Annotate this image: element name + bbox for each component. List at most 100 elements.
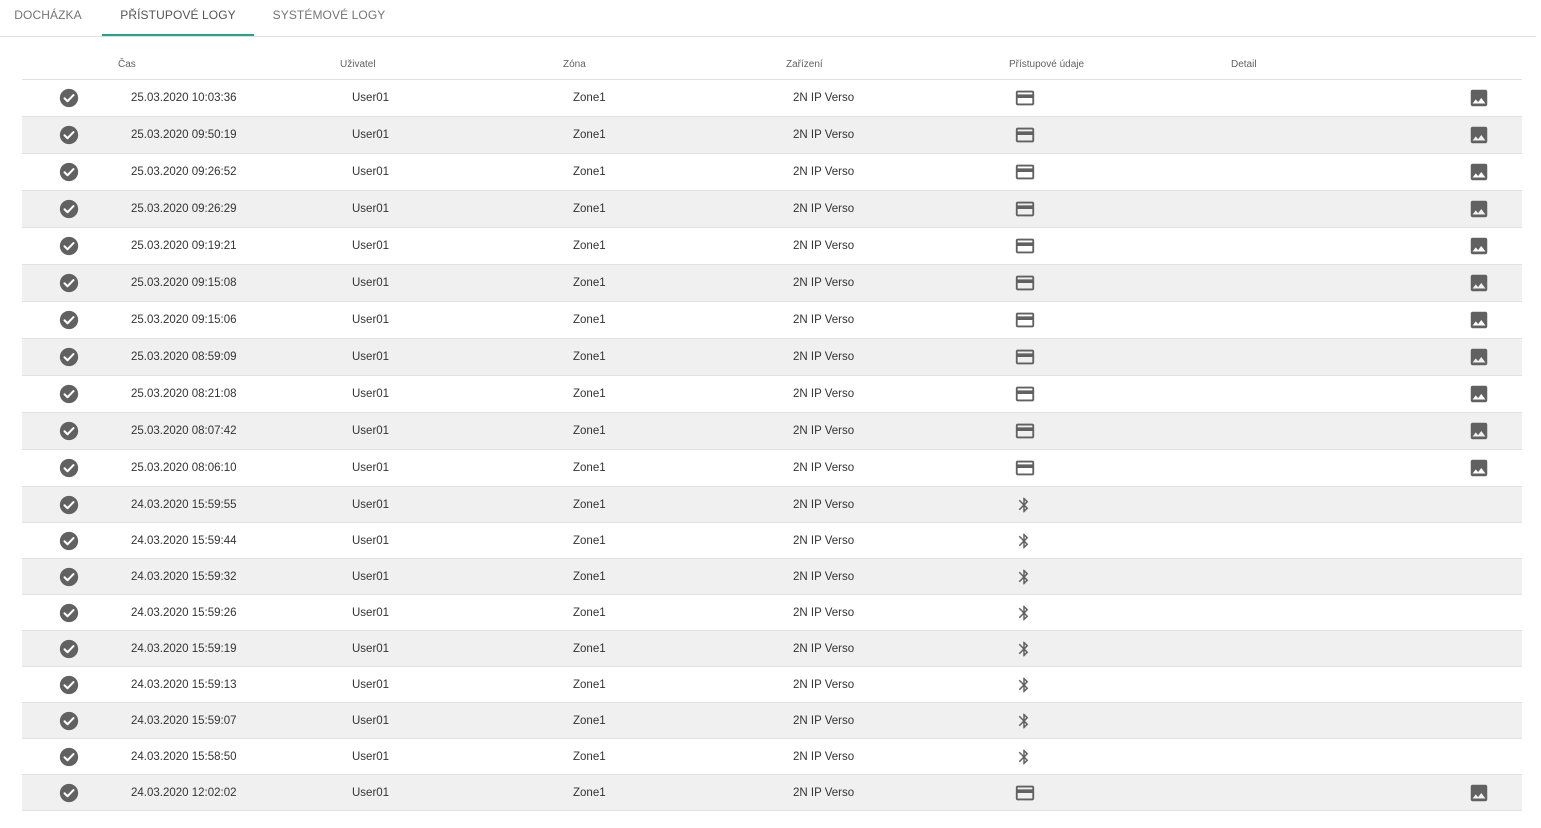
status-check-icon <box>59 199 79 219</box>
status-check-icon <box>59 347 79 367</box>
table-row[interactable]: 24.03.2020 15:59:44 User01 Zone1 2N IP Vers… <box>22 523 1522 559</box>
table-row[interactable]: 25.03.2020 09:50:19 User01 Zone1 2N IP Vers… <box>22 117 1522 154</box>
table-row[interactable]: 25.03.2020 09:15:08 User01 Zone1 2N IP Vers… <box>22 265 1522 302</box>
card-icon <box>1015 460 1035 476</box>
header-zone[interactable]: Zóna <box>563 59 586 70</box>
log-time: 25.03.2020 09:26:29 <box>131 203 237 215</box>
log-device: 2N IP Verso <box>793 714 855 727</box>
table-row[interactable]: 25.03.2020 09:26:52 User01 Zone1 2N IP Vers… <box>22 154 1522 191</box>
image-icon[interactable] <box>1468 124 1490 146</box>
log-user: User01 <box>352 351 390 363</box>
log-time: 25.03.2020 08:06:10 <box>131 462 237 474</box>
log-time: 25.03.2020 10:03:36 <box>131 92 237 104</box>
status-check-icon <box>59 273 79 293</box>
header-time[interactable]: Čas <box>118 59 136 70</box>
image-icon[interactable] <box>1468 420 1490 442</box>
table-row[interactable]: 24.03.2020 15:59:19 User01 Zone1 2N IP Vers… <box>22 631 1522 667</box>
status-check-icon <box>59 236 79 256</box>
log-device: 2N IP Verso <box>793 277 855 289</box>
bluetooth-icon <box>1018 605 1029 620</box>
log-user: User01 <box>352 534 390 547</box>
card-icon <box>1015 785 1035 800</box>
status-check-icon <box>59 310 79 330</box>
header-credentials[interactable]: Přístupové údaje <box>1009 59 1084 70</box>
log-time: 25.03.2020 09:15:08 <box>131 277 237 289</box>
log-device: 2N IP Verso <box>793 166 855 178</box>
image-icon[interactable] <box>1468 272 1490 294</box>
image-icon[interactable] <box>1468 782 1490 804</box>
status-check-icon <box>59 495 79 514</box>
card-icon <box>1015 127 1035 143</box>
image-icon[interactable] <box>1468 346 1490 368</box>
status-check-icon <box>59 603 79 622</box>
tab-attendance[interactable]: DOCHÁZKA <box>0 0 96 36</box>
table-row[interactable]: 24.03.2020 15:59:32 User01 Zone1 2N IP Vers… <box>22 559 1522 595</box>
status-check-icon <box>59 783 79 802</box>
table-row[interactable]: 25.03.2020 08:06:10 User01 Zone1 2N IP Vers… <box>22 450 1522 487</box>
log-device: 2N IP Verso <box>793 314 855 326</box>
status-check-icon <box>59 567 79 586</box>
tab-system-logs[interactable]: SYSTÉMOVÉ LOGY <box>256 0 402 36</box>
table-row[interactable]: 24.03.2020 15:59:07 User01 Zone1 2N IP Vers… <box>22 703 1522 739</box>
log-zone: Zone1 <box>573 786 606 799</box>
header-device[interactable]: Zařízení <box>786 59 823 70</box>
log-device: 2N IP Verso <box>793 606 855 619</box>
log-time: 25.03.2020 08:07:42 <box>131 425 237 437</box>
log-time: 24.03.2020 12:02:02 <box>131 786 237 799</box>
log-zone: Zone1 <box>573 570 606 583</box>
card-icon <box>1015 349 1035 365</box>
header-detail[interactable]: Detail <box>1231 59 1257 70</box>
log-zone: Zone1 <box>573 750 606 763</box>
log-time: 25.03.2020 09:26:52 <box>131 166 237 178</box>
bluetooth-icon <box>1018 533 1029 548</box>
log-device: 2N IP Verso <box>793 351 855 363</box>
header-user[interactable]: Uživatel <box>340 59 376 70</box>
image-icon[interactable] <box>1468 87 1490 109</box>
table-row[interactable]: 24.03.2020 15:59:26 User01 Zone1 2N IP Vers… <box>22 595 1522 631</box>
table-row[interactable]: 25.03.2020 09:15:06 User01 Zone1 2N IP Vers… <box>22 302 1522 339</box>
table-row[interactable]: 25.03.2020 08:59:09 User01 Zone1 2N IP Vers… <box>22 339 1522 376</box>
log-user: User01 <box>352 462 390 474</box>
table-row[interactable]: 24.03.2020 15:59:55 User01 Zone1 2N IP Vers… <box>22 487 1522 523</box>
status-check-icon <box>59 162 79 182</box>
status-check-icon <box>59 711 79 730</box>
tab-access-logs[interactable]: PŘÍSTUPOVÉ LOGY <box>102 0 254 36</box>
bluetooth-icon <box>1018 641 1029 656</box>
status-check-icon <box>59 531 79 550</box>
table-row[interactable]: 24.03.2020 15:59:13 User01 Zone1 2N IP Vers… <box>22 667 1522 703</box>
log-device: 2N IP Verso <box>793 129 855 141</box>
table-row[interactable]: 25.03.2020 10:03:36 User01 Zone1 2N IP Vers… <box>22 80 1522 117</box>
table-row[interactable]: 24.03.2020 12:02:02 User01 Zone1 2N IP Vers… <box>22 775 1522 811</box>
image-icon[interactable] <box>1468 383 1490 405</box>
table-row[interactable]: 25.03.2020 09:26:29 User01 Zone1 2N IP Vers… <box>22 191 1522 228</box>
log-time: 24.03.2020 15:59:32 <box>131 570 237 583</box>
card-icon <box>1015 275 1035 291</box>
image-icon[interactable] <box>1468 235 1490 257</box>
log-device: 2N IP Verso <box>793 425 855 437</box>
log-zone: Zone1 <box>573 498 606 511</box>
bluetooth-icon <box>1018 713 1029 728</box>
log-user: User01 <box>352 240 390 252</box>
log-zone: Zone1 <box>573 277 606 289</box>
log-user: User01 <box>352 92 390 104</box>
table-row[interactable]: 25.03.2020 09:19:21 User01 Zone1 2N IP Vers… <box>22 228 1522 265</box>
log-zone: Zone1 <box>573 388 606 400</box>
table-row[interactable]: 25.03.2020 08:07:42 User01 Zone1 2N IP Vers… <box>22 413 1522 450</box>
table-row[interactable]: 24.03.2020 15:58:50 User01 Zone1 2N IP Vers… <box>22 739 1522 775</box>
table-row[interactable]: 25.03.2020 08:21:08 User01 Zone1 2N IP Vers… <box>22 376 1522 413</box>
log-device: 2N IP Verso <box>793 750 855 763</box>
log-time: 25.03.2020 09:50:19 <box>131 129 237 141</box>
log-device: 2N IP Verso <box>793 498 855 511</box>
image-icon[interactable] <box>1468 161 1490 183</box>
log-device: 2N IP Verso <box>793 92 855 104</box>
card-icon <box>1015 312 1035 328</box>
log-user: User01 <box>352 129 390 141</box>
image-icon[interactable] <box>1468 457 1490 479</box>
log-user: User01 <box>352 425 390 437</box>
status-check-icon <box>59 125 79 145</box>
image-icon[interactable] <box>1468 309 1490 331</box>
card-icon <box>1015 201 1035 217</box>
image-icon[interactable] <box>1468 198 1490 220</box>
log-zone: Zone1 <box>573 642 606 655</box>
log-zone: Zone1 <box>573 678 606 691</box>
